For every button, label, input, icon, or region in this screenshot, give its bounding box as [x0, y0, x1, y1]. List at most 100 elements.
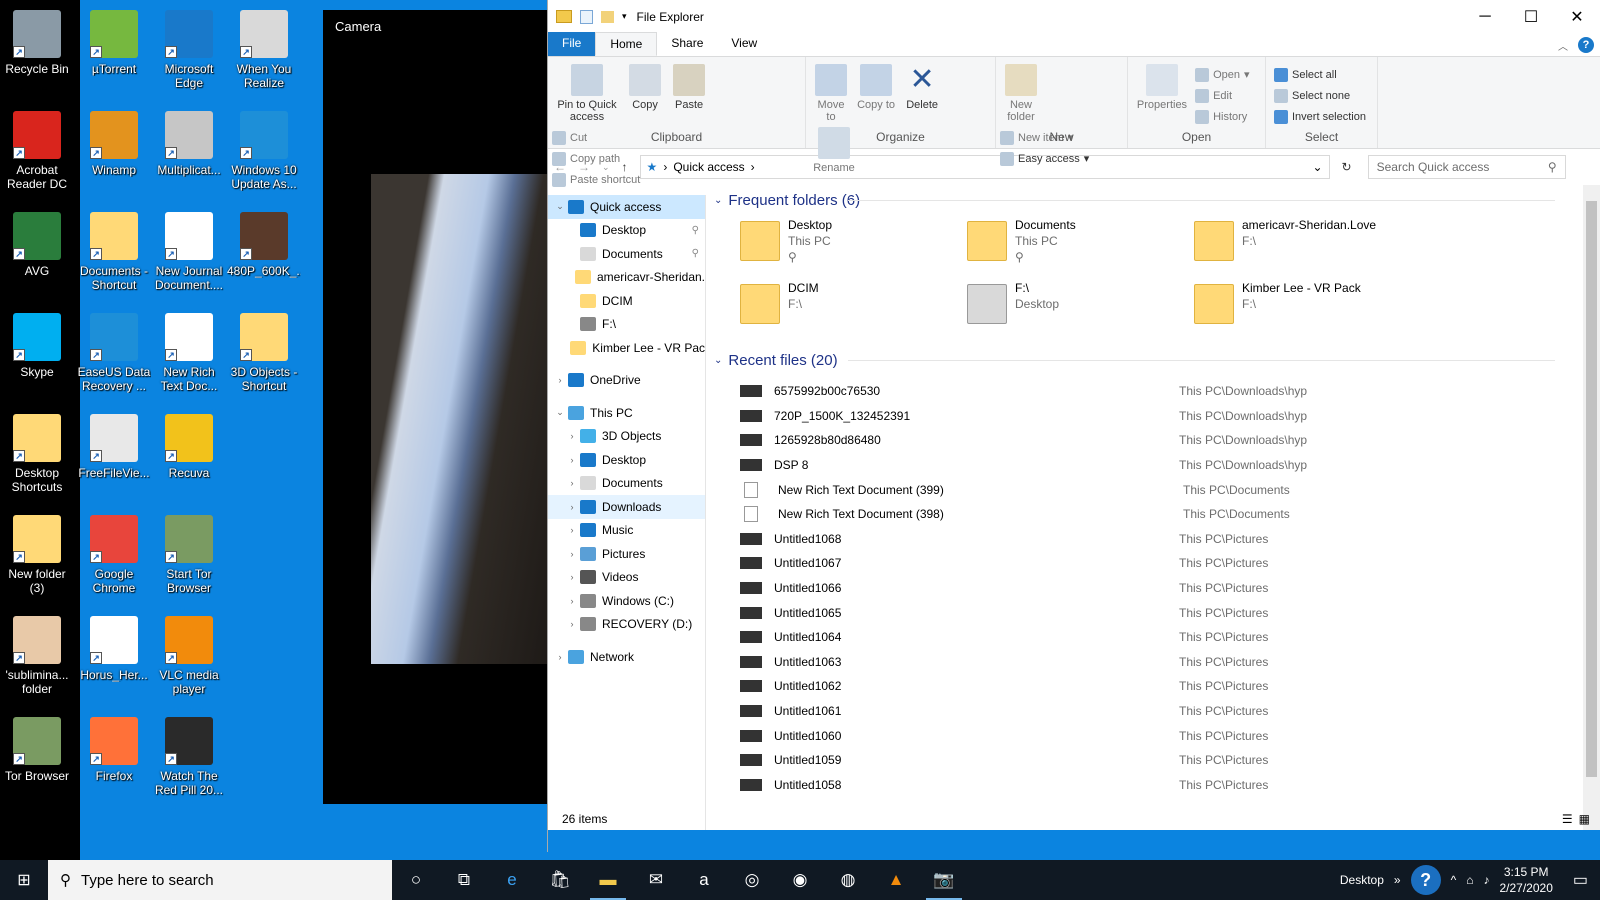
select-all-button[interactable]: Select all — [1274, 64, 1373, 85]
desktop-icon-col1-7[interactable]: ↗ Tor Browser — [0, 711, 74, 811]
desktop-icon-col3-0[interactable]: ↗ Microsoft Edge — [152, 4, 226, 104]
desktop-icon-col2-2[interactable]: ↗ Documents - Shortcut — [77, 206, 151, 306]
notifications-icon[interactable]: ▭ — [1573, 870, 1588, 890]
nav-item[interactable]: › Documents — [548, 472, 705, 496]
mail-icon[interactable]: ✉ — [632, 860, 680, 900]
frequent-folder-item[interactable]: Desktop This PC ⚲ — [740, 215, 967, 278]
nav-item[interactable]: › Music — [548, 519, 705, 543]
desktop-icon-col4-0[interactable]: ↗ When You Realize — [227, 4, 301, 104]
close-button[interactable]: ✕ — [1554, 0, 1600, 33]
refresh-icon[interactable]: ↻ — [1342, 160, 1352, 174]
maximize-button[interactable]: ☐ — [1508, 0, 1554, 33]
desktop-icon-col1-2[interactable]: ↗ AVG — [0, 206, 74, 306]
desktop-icon-col3-2[interactable]: ↗ New Journal Document.... — [152, 206, 226, 306]
history-button[interactable]: History — [1195, 106, 1249, 127]
recent-files-header[interactable]: ⌄ Recent files (20) — [708, 345, 1565, 375]
expand-chevron-icon[interactable]: › — [564, 549, 580, 559]
camera-icon[interactable]: 📷 — [920, 860, 968, 900]
file-explorer-icon[interactable]: ▬ — [584, 860, 632, 900]
delete-button[interactable]: ✕ Delete — [902, 60, 942, 112]
frequent-folder-item[interactable]: F:\ Desktop — [967, 278, 1194, 341]
expand-chevron-icon[interactable]: › — [564, 478, 580, 488]
properties-qat-icon[interactable] — [580, 9, 593, 24]
expand-chevron-icon[interactable]: › — [552, 652, 568, 662]
new-folder-qat-icon[interactable] — [601, 10, 614, 23]
details-view-icon[interactable]: ☰ — [1562, 812, 1573, 826]
collapse-ribbon-icon[interactable]: ︿ — [1558, 38, 1568, 53]
invert-selection-button[interactable]: Invert selection — [1274, 106, 1373, 127]
desktop-icon-col1-3[interactable]: ↗ Skype — [0, 307, 74, 407]
large-icons-view-icon[interactable]: ▦ — [1579, 812, 1590, 826]
help-icon[interactable]: ? — [1578, 37, 1594, 53]
expand-chevron-icon[interactable]: › — [564, 596, 580, 606]
pin-to-quick-access-button[interactable]: Pin to Quick access — [554, 60, 620, 123]
navigation-pane[interactable]: ⌄ Quick access Desktop ⚲ Documents ⚲ americavr… — [548, 195, 706, 830]
volume-icon[interactable]: ♪ — [1483, 873, 1489, 887]
camera-app-icon[interactable]: ◉ — [776, 860, 824, 900]
edge-icon[interactable]: e — [488, 860, 536, 900]
desktop-icon-col3-5[interactable]: ↗ Start Tor Browser — [152, 509, 226, 609]
new-folder-button[interactable]: New folder — [1002, 60, 1040, 123]
desktop-icon-col3-6[interactable]: ↗ VLC media player — [152, 610, 226, 710]
tab-file[interactable]: File — [548, 32, 596, 56]
expand-chevron-icon[interactable]: ⌄ — [552, 201, 568, 212]
desktop-icon-col1-6[interactable]: ↗ 'sublimina... folder — [0, 610, 74, 710]
recent-file-row[interactable]: New Rich Text Document (398) This PC\Docu… — [708, 502, 1565, 527]
recent-file-row[interactable]: Untitled1064 This PC\Pictures — [708, 625, 1565, 650]
desktop-icon-col2-1[interactable]: ↗ Winamp — [77, 105, 151, 205]
content-pane[interactable]: ⌄ Frequent folders (6) Desktop This PC ⚲ Doc… — [708, 185, 1565, 830]
search-input[interactable]: Search Quick access ⚲ — [1367, 155, 1566, 179]
recent-file-row[interactable]: Untitled1066 This PC\Pictures — [708, 576, 1565, 601]
copy-path-button[interactable]: Copy path — [552, 148, 640, 169]
tab-share[interactable]: Share — [657, 32, 717, 56]
color-app-icon[interactable]: ◍ — [824, 860, 872, 900]
easy-access-button[interactable]: Easy access ▾ — [1000, 148, 1089, 169]
address-bar[interactable]: ★ › Quick access › ⌄ — [639, 155, 1330, 179]
tab-home[interactable]: Home — [595, 32, 658, 56]
open-button[interactable]: Open ▾ — [1195, 64, 1250, 85]
desktop-icon-col2-4[interactable]: ↗ FreeFileVie... — [77, 408, 151, 508]
nav-item[interactable]: Kimber Lee - VR Pac — [548, 336, 705, 360]
taskbar-search[interactable]: ⚲ Type here to search — [48, 860, 392, 900]
address-dropdown-icon[interactable]: ⌄ — [1312, 160, 1322, 174]
nav-item[interactable]: › Downloads — [548, 495, 705, 519]
nav-item[interactable]: › Pictures — [548, 542, 705, 566]
amazon-icon[interactable]: a — [680, 860, 728, 900]
desktop-icon-col2-6[interactable]: ↗ Horus_Her... — [77, 610, 151, 710]
task-view-circle-icon[interactable]: ○ — [392, 860, 440, 900]
recent-file-row[interactable]: DSP 8 This PC\Downloads\hyp — [708, 453, 1565, 478]
nav-item[interactable]: › Windows (C:) — [548, 589, 705, 613]
nav-item[interactable]: ⌄ Quick access — [548, 195, 705, 219]
nav-item[interactable]: Documents ⚲ — [548, 242, 705, 266]
recent-file-row[interactable]: Untitled1059 This PC\Pictures — [708, 748, 1565, 773]
scrollbar-thumb[interactable] — [1586, 201, 1597, 777]
tab-view[interactable]: View — [717, 32, 771, 56]
expand-chevron-icon[interactable]: › — [564, 455, 580, 465]
desktop-icon-col1-0[interactable]: ↗ Recycle Bin — [0, 4, 74, 104]
recent-file-row[interactable]: 1265928b80d86480 This PC\Downloads\hyp — [708, 428, 1565, 453]
nav-item[interactable]: › RECOVERY (D:) — [548, 613, 705, 637]
recent-file-row[interactable]: 720P_1500K_132452391 This PC\Downloads\hy… — [708, 404, 1565, 429]
expand-chevron-icon[interactable]: › — [564, 572, 580, 582]
recent-file-row[interactable]: New Rich Text Document (399) This PC\Docu… — [708, 477, 1565, 502]
desktop-icon-col1-1[interactable]: ↗ Acrobat Reader DC — [0, 105, 74, 205]
network-icon[interactable]: ⌂ — [1466, 873, 1473, 887]
frequent-folder-item[interactable]: americavr-Sheridan.Love F:\ — [1194, 215, 1421, 278]
desktop-icon-col4-1[interactable]: ↗ Windows 10 Update As... — [227, 105, 301, 205]
recent-file-row[interactable]: 6575992b00c76530 This PC\Downloads\hyp — [708, 379, 1565, 404]
paste-button[interactable]: Paste — [670, 60, 708, 111]
select-none-button[interactable]: Select none — [1274, 85, 1373, 106]
expand-chevron-icon[interactable]: ⌄ — [552, 407, 568, 418]
recent-file-row[interactable]: Untitled1068 This PC\Pictures — [708, 527, 1565, 552]
desktop-icon-col1-5[interactable]: ↗ New folder (3) — [0, 509, 74, 609]
copy-to-button[interactable]: Copy to — [857, 60, 895, 111]
move-to-button[interactable]: Move to — [812, 60, 850, 123]
recent-file-row[interactable]: Untitled1065 This PC\Pictures — [708, 600, 1565, 625]
desktop-icon-col3-3[interactable]: ↗ New Rich Text Doc... — [152, 307, 226, 407]
paste-shortcut-button[interactable]: Paste shortcut — [552, 169, 640, 190]
frequent-folder-item[interactable]: Kimber Lee - VR Pack F:\ — [1194, 278, 1421, 341]
nav-item[interactable]: › 3D Objects — [548, 425, 705, 449]
desktop-icon-col2-3[interactable]: ↗ EaseUS Data Recovery ... — [77, 307, 151, 407]
desktop-icon-col3-4[interactable]: ↗ Recuva — [152, 408, 226, 508]
desktop-toolbar-label[interactable]: Desktop — [1340, 873, 1384, 887]
